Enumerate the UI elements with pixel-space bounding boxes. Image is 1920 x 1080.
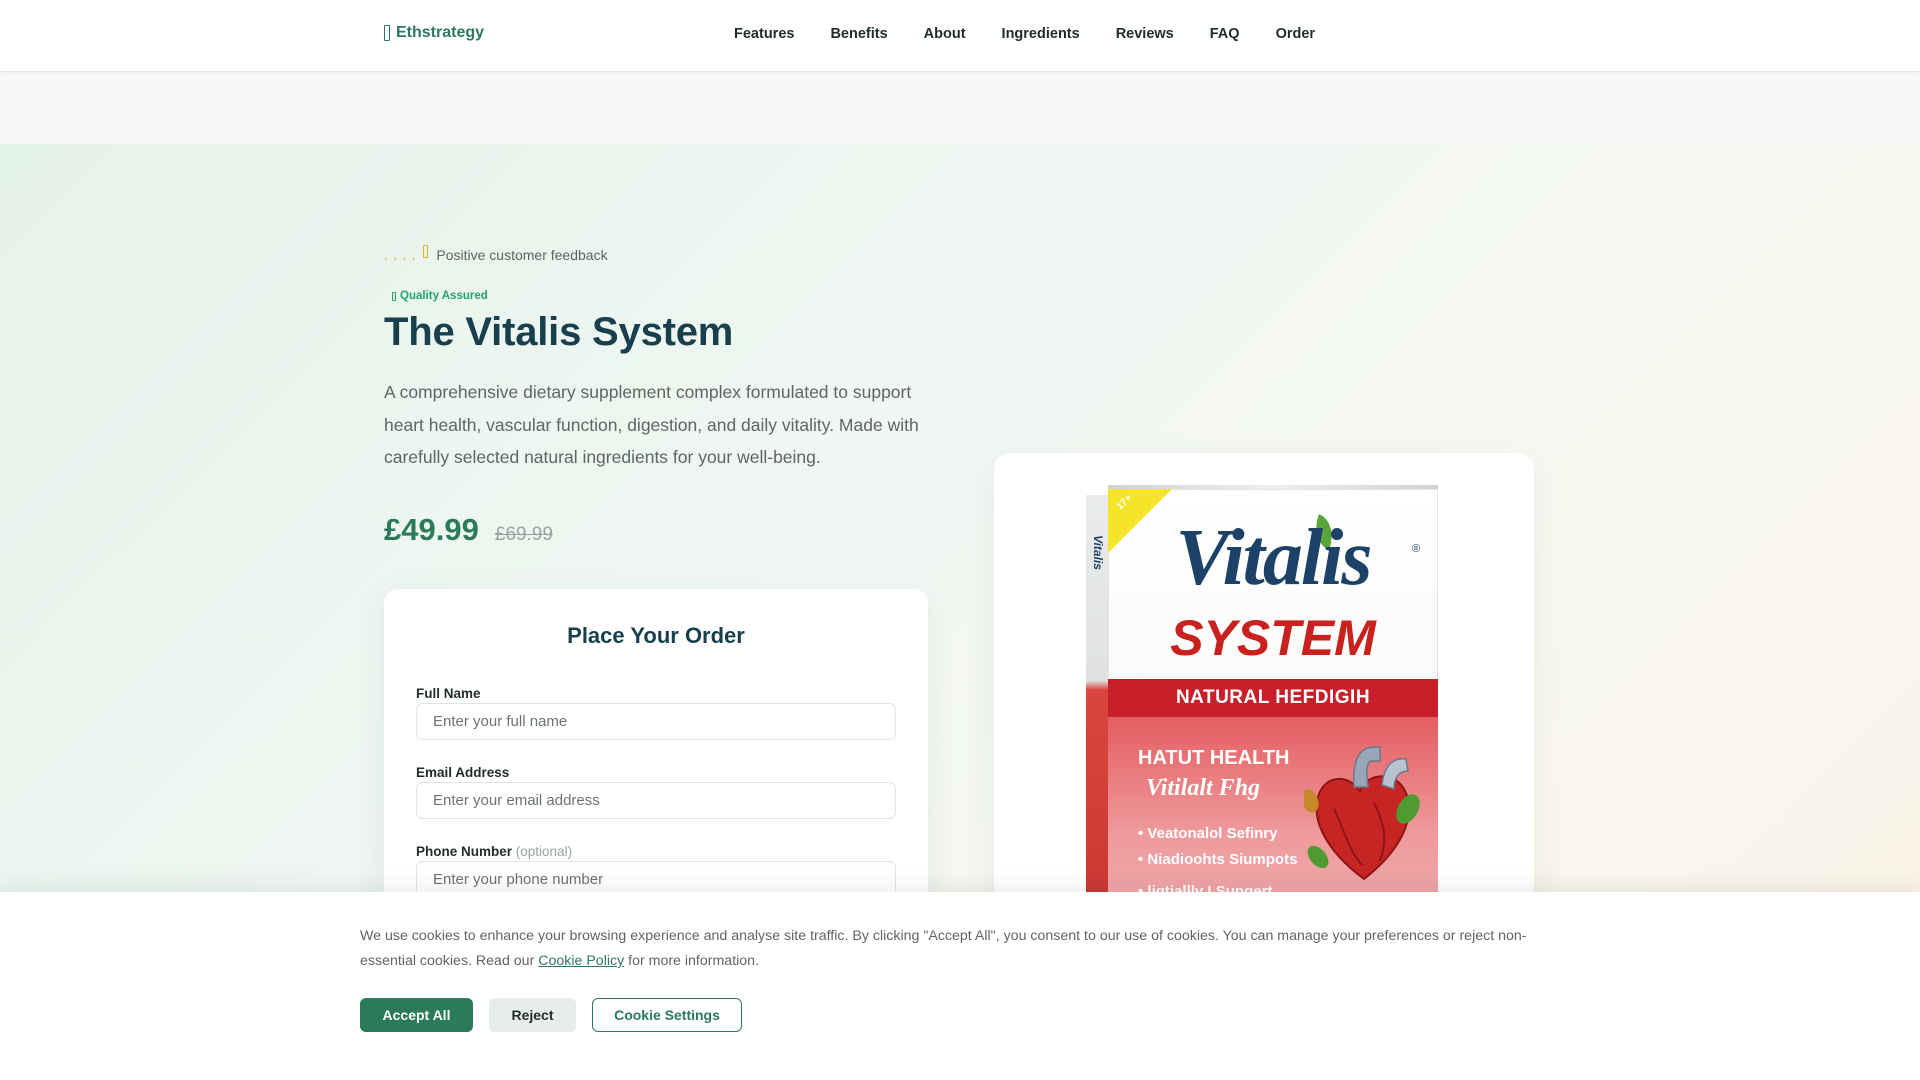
star-icon: , [393,248,397,262]
registered-mark: ® [1412,543,1421,555]
brand-name: Ethstrategy [396,24,485,41]
header-spacer [0,72,1920,144]
price-row: £49.99 £69.99 [384,512,553,548]
optional-hint: (optional) [515,844,573,859]
badge-label: Quality Assured [400,290,488,302]
top-navbar: Ethstrategy Features Benefits About Ingr… [0,0,1920,72]
nav-item-ingredients[interactable]: Ingredients [1002,26,1080,42]
email-input[interactable] [416,782,896,819]
star-icon: , [412,248,416,262]
full-name-label: Full Name [416,686,481,701]
cookie-text-after: for more information. [624,953,760,969]
page-title: The Vitalis System [384,310,734,354]
brand-logo[interactable]: Ethstrategy [384,24,484,42]
current-price: £49.99 [384,512,479,547]
rating-row: , , , , Positive customer feedback [384,245,608,265]
nav-item-benefits[interactable]: Benefits [830,26,887,42]
leaf-icon [384,25,390,41]
hero-description: A comprehensive dietary supplement compl… [384,382,919,467]
full-name-input[interactable] [416,703,896,740]
star-icon: , [402,248,407,262]
nav-item-about[interactable]: About [924,26,966,42]
star-rating: , , , , [384,245,429,265]
product-box-image: Vitalis 17+ Vitalis ® SYSTEM NATURAL HEF… [1086,485,1438,959]
panel-bullet: • Niadioohts Siumpots [1138,851,1298,868]
nav-item-reviews[interactable]: Reviews [1116,26,1174,42]
accept-all-button[interactable]: Accept All [360,998,473,1032]
box-side-text: Vitalis [1091,535,1105,570]
heart-illustration-icon [1304,746,1420,881]
reject-button[interactable]: Reject [489,998,576,1032]
quality-badge: Quality Assured [392,290,488,302]
cookie-message: We use cookies to enhance your browsing … [360,924,1560,974]
nav-links: Features Benefits About Ingredients Revi… [734,26,1315,42]
nav-item-features[interactable]: Features [734,26,794,42]
box-front: 17+ Vitalis ® SYSTEM NATURAL HEFDIGIH HA… [1108,489,1438,959]
nav-item-order[interactable]: Order [1276,26,1316,42]
phone-label-text: Phone Number [416,844,513,859]
email-label: Email Address [416,765,510,780]
box-side: Vitalis [1086,495,1108,959]
panel-subheading: Vitilalt Fhg [1146,775,1261,801]
nav-item-faq[interactable]: FAQ [1210,26,1240,42]
cookie-text-before: We use cookies to enhance your browsing … [360,928,1527,969]
panel-heading: HATUT HEALTH [1138,747,1290,769]
cookie-banner: We use cookies to enhance your browsing … [0,892,1920,1080]
order-form-title: Place Your Order [567,623,745,648]
product-sub-brand: SYSTEM [1170,610,1376,666]
cookie-settings-button[interactable]: Cookie Settings [592,998,742,1032]
panel-bullet: • Veatonalol Sefinry [1138,825,1278,842]
product-brand: Vitalis [1175,514,1373,602]
product-banner: NATURAL HEFDIGIH [1108,679,1438,717]
phone-label: Phone Number (optional) [416,844,572,859]
rating-text: Positive customer feedback [436,247,608,263]
cookie-policy-link[interactable]: Cookie Policy [538,953,624,969]
old-price: £69.99 [494,524,553,545]
star-half-icon [423,245,429,258]
star-icon: , [384,248,388,262]
check-shield-icon [392,291,396,301]
